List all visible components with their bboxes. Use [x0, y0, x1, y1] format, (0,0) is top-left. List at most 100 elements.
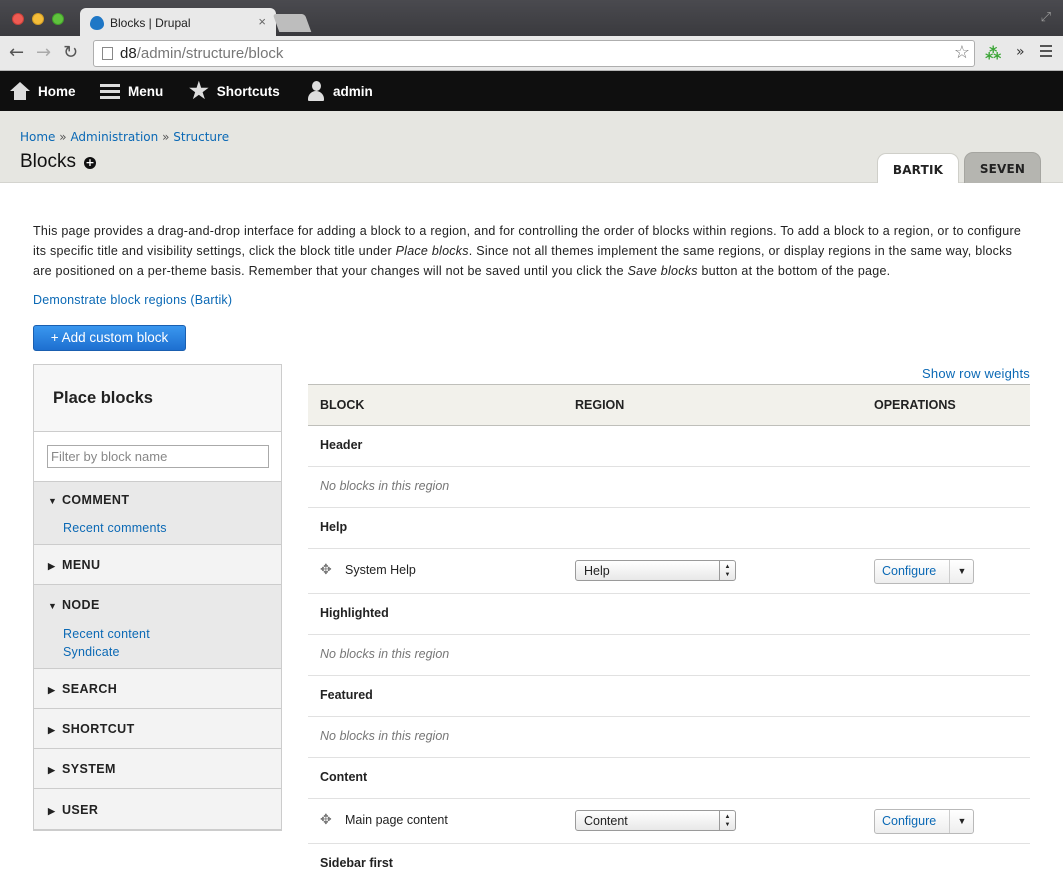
- category-toggle[interactable]: ▼ NODE: [48, 598, 100, 612]
- tab-seven[interactable]: SEVEN: [964, 152, 1041, 183]
- show-row-weights-link[interactable]: Show row weights: [922, 366, 1030, 381]
- category-toggle[interactable]: ▼ COMMENT: [48, 493, 129, 507]
- region-row-featured: Featured: [308, 676, 1030, 717]
- user-icon: [307, 81, 325, 101]
- back-arrow-icon[interactable]: ←: [9, 42, 24, 63]
- category-label: COMMENT: [62, 493, 130, 507]
- admin-toolbar: Home Menu ★ Shortcuts admin: [0, 71, 1063, 111]
- configure-button[interactable]: Configure: [875, 560, 950, 583]
- url-host: d8: [120, 45, 137, 62]
- block-row: ✥ Main page content Content ▲ ▼ Configure…: [308, 799, 1030, 844]
- breadcrumb: Home » Administration » Structure: [20, 130, 229, 144]
- empty-region-message: No blocks in this region: [320, 479, 450, 493]
- intro-text-part: button at the bottom of the page.: [697, 264, 891, 278]
- tab-close-icon[interactable]: ×: [258, 14, 266, 29]
- browser-tab[interactable]: Blocks | Drupal ×: [80, 8, 276, 36]
- block-link-recent-comments[interactable]: Recent comments: [63, 521, 167, 535]
- place-blocks-panel: Place blocks ▼ COMMENT Recent comments ▶ M…: [33, 364, 282, 831]
- region-select[interactable]: Help ▲ ▼: [575, 560, 736, 581]
- column-header-block: BLOCK: [320, 398, 365, 412]
- intro-emphasis: Save blocks: [627, 264, 698, 278]
- empty-row: No blocks in this region: [308, 467, 1030, 508]
- region-row-help: Help: [308, 508, 1030, 549]
- category-toggle[interactable]: ▶ USER: [48, 803, 98, 817]
- drupal-favicon-icon: [90, 16, 104, 30]
- extension-icon[interactable]: ⁂: [985, 44, 1007, 63]
- triangle-down-icon: ▼: [48, 496, 58, 506]
- category-search: ▶ SEARCH: [34, 669, 281, 709]
- breadcrumb-home[interactable]: Home: [20, 130, 55, 144]
- drag-handle-icon[interactable]: ✥: [320, 811, 332, 828]
- region-title: Content: [320, 770, 368, 784]
- toolbar-user-label: admin: [333, 83, 373, 99]
- breadcrumb-structure[interactable]: Structure: [173, 130, 229, 144]
- empty-region-message: No blocks in this region: [320, 647, 450, 661]
- region-title: Highlighted: [320, 606, 389, 620]
- bookmark-star-icon[interactable]: ☆: [954, 42, 970, 63]
- url-path: /admin/structure/block: [136, 45, 284, 62]
- forward-arrow-icon[interactable]: →: [36, 42, 51, 63]
- triangle-right-icon: ▶: [48, 725, 56, 735]
- add-shortcut-icon[interactable]: +: [84, 157, 96, 169]
- dropdown-toggle-icon[interactable]: ▼: [950, 560, 974, 583]
- add-custom-block-button[interactable]: + Add custom block: [33, 325, 186, 351]
- close-window-button[interactable]: [12, 13, 24, 25]
- zoom-window-button[interactable]: [52, 13, 64, 25]
- toolbar-home[interactable]: Home: [10, 71, 76, 111]
- intro-emphasis: Place blocks: [395, 244, 469, 258]
- breadcrumb-separator: »: [162, 130, 170, 144]
- toolbar-shortcuts[interactable]: ★ Shortcuts: [189, 71, 280, 111]
- empty-row: No blocks in this region: [308, 635, 1030, 676]
- empty-row: No blocks in this region: [308, 717, 1030, 758]
- region-title: Featured: [320, 688, 373, 702]
- place-blocks-title: Place blocks: [34, 365, 281, 432]
- filter-block-input[interactable]: [47, 445, 269, 468]
- category-label: SEARCH: [62, 682, 118, 696]
- column-header-region: REGION: [575, 398, 625, 412]
- toolbar-user[interactable]: admin: [307, 71, 373, 111]
- breadcrumb-administration[interactable]: Administration: [70, 130, 158, 144]
- column-header-operations: OPERATIONS: [874, 398, 956, 412]
- category-toggle[interactable]: ▶ SEARCH: [48, 682, 117, 696]
- toolbar-home-label: Home: [38, 83, 76, 99]
- region-row-highlighted: Highlighted: [308, 594, 1030, 635]
- triangle-right-icon: ▶: [48, 561, 56, 571]
- chevron-more-icon[interactable]: »: [1016, 44, 1025, 60]
- browser-menu-icon[interactable]: [1040, 45, 1052, 60]
- reload-icon[interactable]: ↻: [63, 42, 78, 63]
- minimize-window-button[interactable]: [32, 13, 44, 25]
- browser-toolbar: ← → ↻ d8/admin/structure/block ☆ ⁂ »: [0, 36, 1063, 71]
- category-shortcut: ▶ SHORTCUT: [34, 709, 281, 749]
- fullscreen-icon[interactable]: ⤢: [1041, 10, 1051, 25]
- toolbar-menu-label: Menu: [128, 83, 164, 99]
- new-tab-button[interactable]: [272, 14, 312, 32]
- page-title: Blocks: [20, 151, 76, 172]
- empty-region-message: No blocks in this region: [320, 729, 450, 743]
- category-node: ▼ NODE Recent content Syndicate: [34, 585, 281, 669]
- block-link-syndicate[interactable]: Syndicate: [63, 645, 120, 659]
- browser-tab-title: Blocks | Drupal: [110, 16, 191, 30]
- star-icon: ★: [189, 78, 209, 103]
- category-label: SYSTEM: [62, 762, 116, 776]
- home-icon: [10, 81, 30, 100]
- browser-tabstrip: Blocks | Drupal × ⤢: [0, 0, 1063, 36]
- demonstrate-regions-link[interactable]: Demonstrate block regions (Bartik): [33, 293, 232, 307]
- category-toggle[interactable]: ▶ MENU: [48, 558, 100, 572]
- address-bar[interactable]: d8/admin/structure/block ☆: [93, 40, 975, 67]
- configure-button[interactable]: Configure: [875, 810, 950, 833]
- drag-handle-icon[interactable]: ✥: [320, 561, 332, 578]
- menu-icon: [100, 81, 120, 102]
- select-arrows-icon: ▲ ▼: [719, 561, 735, 580]
- category-toggle[interactable]: ▶ SYSTEM: [48, 762, 116, 776]
- category-label: SHORTCUT: [62, 722, 135, 736]
- category-system: ▶ SYSTEM: [34, 749, 281, 789]
- tab-bartik[interactable]: BARTIK: [877, 153, 959, 183]
- region-select[interactable]: Content ▲ ▼: [575, 810, 736, 831]
- category-label: NODE: [62, 598, 100, 612]
- block-link-recent-content[interactable]: Recent content: [63, 627, 150, 641]
- toolbar-menu[interactable]: Menu: [100, 71, 163, 111]
- dropdown-toggle-icon[interactable]: ▼: [950, 810, 974, 833]
- category-menu: ▶ MENU: [34, 545, 281, 585]
- triangle-right-icon: ▶: [48, 765, 56, 775]
- category-toggle[interactable]: ▶ SHORTCUT: [48, 722, 135, 736]
